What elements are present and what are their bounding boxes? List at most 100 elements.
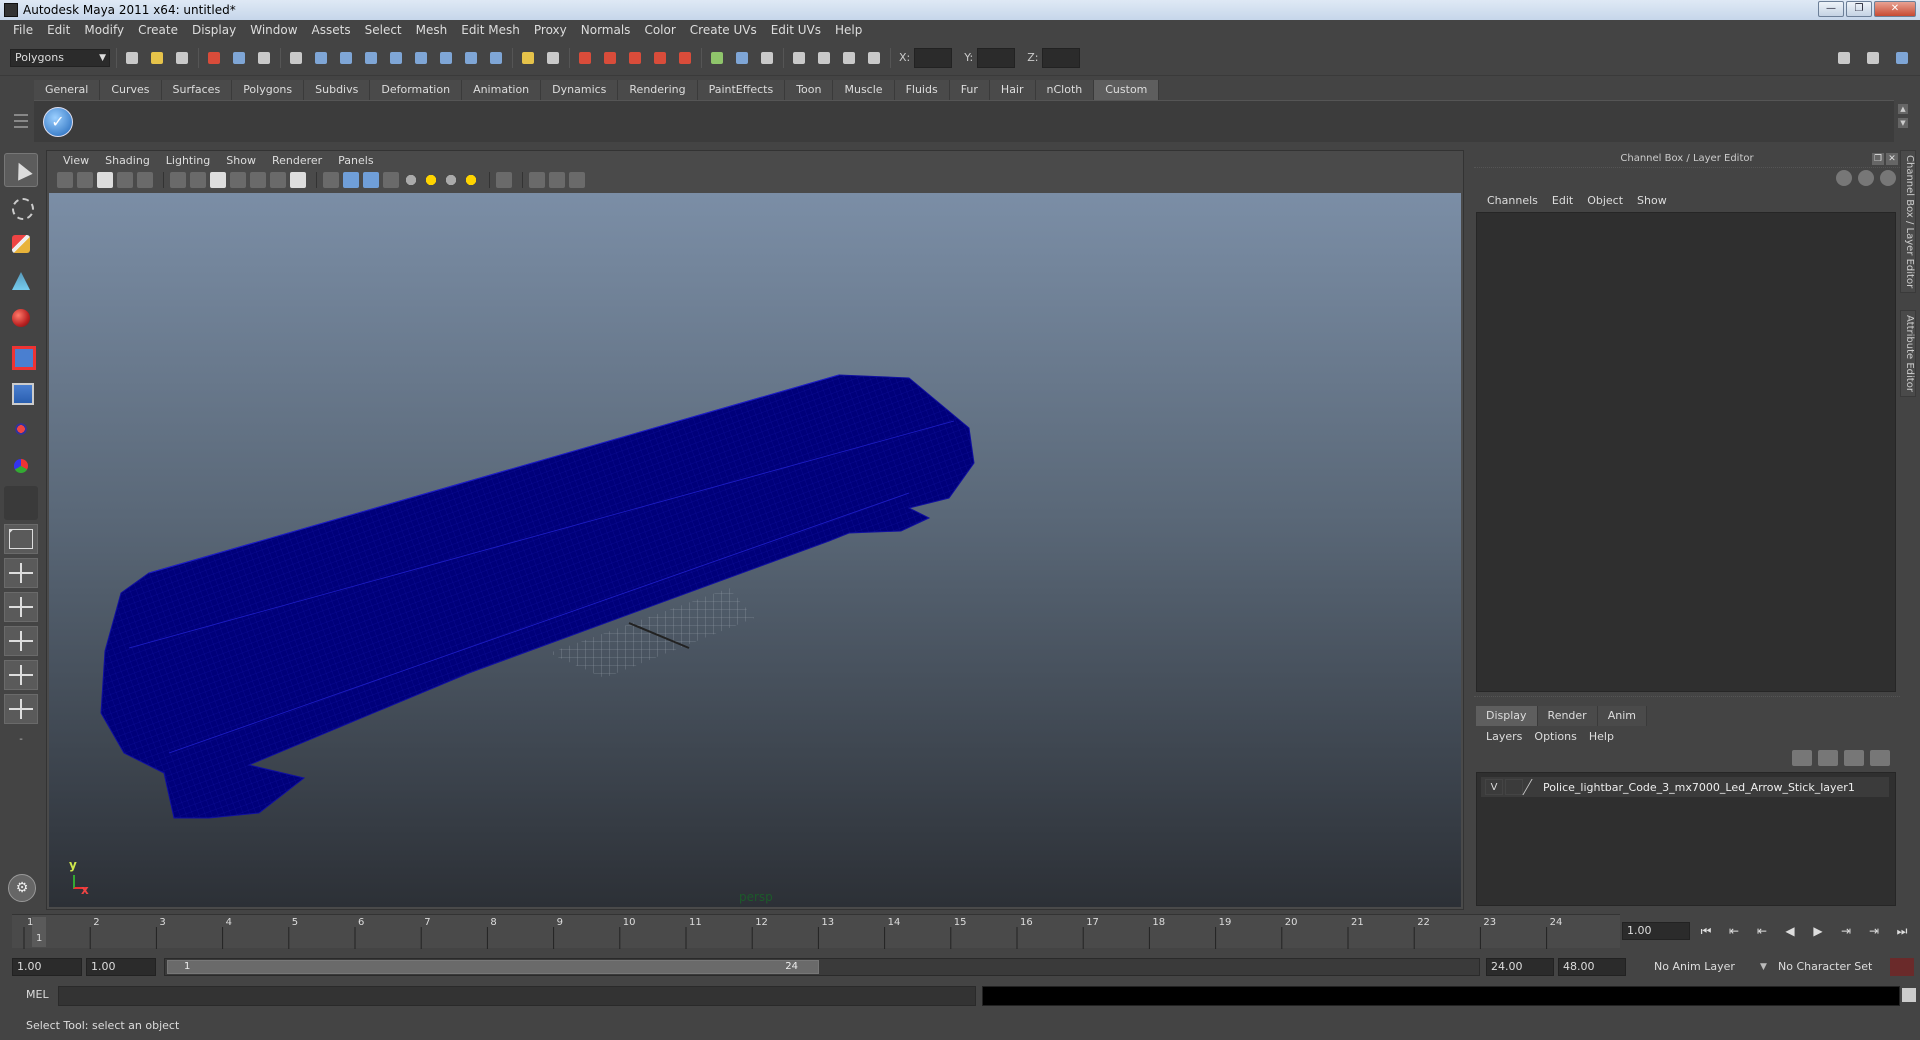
animation-preferences-icon[interactable] [1890,958,1914,976]
lasso-icon[interactable] [4,190,38,224]
move-icon[interactable] [4,412,38,446]
shelf-tab-rendering[interactable]: Rendering [618,80,698,100]
cb-menu-edit[interactable]: Edit [1545,194,1580,207]
mask-dropdown-icon[interactable] [286,48,306,68]
menu-edit-mesh[interactable]: Edit Mesh [454,23,527,37]
panel-menu-show[interactable]: Show [218,154,264,167]
quick-help-icon[interactable]: ⚙ [8,874,36,902]
checkmark-icon[interactable]: ✓ [43,107,73,137]
two-d-pan-icon[interactable] [137,172,153,188]
safe-action-icon[interactable] [270,172,286,188]
select-object-icon[interactable] [229,48,249,68]
shelf-scroll[interactable]: ▲ ▼ [1898,104,1910,138]
panel-menu-renderer[interactable]: Renderer [264,154,330,167]
character-set-dropdown[interactable]: ▼ No Character Set [1760,958,1884,976]
snap-plane-icon[interactable] [650,48,670,68]
new-layer-icon[interactable] [1844,750,1864,766]
shelf-tab-curves[interactable]: Curves [100,80,162,100]
range-slider-handle[interactable]: 1 24 [167,960,819,974]
shelf-tab-hair[interactable]: Hair [989,80,1036,100]
snap-point-icon[interactable] [625,48,645,68]
isolate-select-icon[interactable] [496,172,512,188]
make-live-icon[interactable] [675,48,695,68]
gate-mask-icon[interactable] [230,172,246,188]
camera-select-icon[interactable] [57,172,73,188]
new-layer-selected-icon[interactable] [1870,750,1890,766]
soft-mod-icon[interactable] [4,264,38,298]
select-misc-icon[interactable] [486,48,506,68]
menu-edit-uvs[interactable]: Edit UVs [764,23,828,37]
more-layouts-icon[interactable]: - [8,734,34,748]
paint-brush-icon[interactable] [4,227,38,261]
select-arrow-icon[interactable] [4,153,38,187]
step-forward-key-icon[interactable]: ⇥ [1864,922,1884,940]
wireframe-on-shaded-icon[interactable] [363,172,379,188]
cb-menu-show[interactable]: Show [1630,194,1674,207]
menu-window[interactable]: Window [243,23,304,37]
attribute-editor-toggle-icon[interactable] [1834,48,1854,68]
film-gate-icon[interactable] [190,172,206,188]
input-history-icon[interactable] [707,48,727,68]
camera-attributes-icon[interactable] [77,172,93,188]
select-deformations-icon[interactable] [411,48,431,68]
menu-create[interactable]: Create [131,23,185,37]
four-view-layout-icon[interactable] [4,558,38,588]
shelf-tab-subdivs[interactable]: Subdivs [304,80,371,100]
snap-grid-icon[interactable] [575,48,595,68]
menu-assets[interactable]: Assets [305,23,358,37]
current-time-field[interactable]: 1.00 [1622,922,1690,940]
le-menu-layers[interactable]: Layers [1480,730,1528,743]
smooth-shade-icon[interactable] [343,172,359,188]
move-layer-down-icon[interactable] [1818,750,1838,766]
select-curves-icon[interactable] [361,48,381,68]
z-field[interactable] [1042,47,1081,68]
save-scene-icon[interactable] [172,48,192,68]
backface-culling-icon[interactable] [549,172,565,188]
menu-modify[interactable]: Modify [77,23,131,37]
shelf-tab-fur[interactable]: Fur [949,80,990,100]
tool-settings-toggle-icon[interactable] [1863,48,1883,68]
xray-icon[interactable] [463,172,479,188]
layer-row[interactable]: V Police_lightbar_Code_3_mx7000_Led_Arro… [1481,777,1889,797]
cb-menu-object[interactable]: Object [1580,194,1630,207]
perspective-viewport[interactable]: y x persp [49,193,1461,907]
menu-help[interactable]: Help [828,23,869,37]
go-to-end-icon[interactable]: ⏭ [1892,922,1912,940]
high-quality-icon[interactable] [443,172,459,188]
bookmark-icon[interactable] [97,172,113,188]
use-all-lights-icon[interactable] [403,172,419,188]
le-menu-help[interactable]: Help [1583,730,1620,743]
play-backward-icon[interactable]: ◀ [1780,922,1800,940]
y-field[interactable] [977,47,1016,68]
rotate-icon[interactable] [4,301,38,335]
maximize-button[interactable]: ❐ [1846,1,1872,17]
open-scene-icon[interactable] [147,48,167,68]
le-menu-options[interactable]: Options [1528,730,1582,743]
menu-file[interactable]: File [6,23,40,37]
script-editor-icon[interactable] [1902,988,1916,1002]
cb-menu-channels[interactable]: Channels [1480,194,1545,207]
end-time-field[interactable]: 48.00 [1558,958,1626,976]
layer-tab-anim[interactable]: Anim [1597,706,1647,726]
layer-type-toggle[interactable] [1505,779,1523,795]
step-back-frame-icon[interactable]: ⇤ [1752,922,1772,940]
go-to-start-icon[interactable]: ⏮ [1696,922,1716,940]
output-history-icon[interactable] [732,48,752,68]
attribute-icon[interactable] [1858,170,1874,186]
scroll-up-icon[interactable]: ▲ [1898,104,1908,114]
range-slider-track[interactable]: 1 24 [164,958,1480,976]
close-panel-icon[interactable]: ✕ [1886,153,1898,165]
menu-normals[interactable]: Normals [574,23,638,37]
universal-manipulator-icon[interactable] [4,375,38,409]
select-component-icon[interactable] [254,48,274,68]
hypershade-layout-icon[interactable] [4,660,38,690]
show-manipulator-icon[interactable] [4,449,38,483]
layer-name[interactable]: Police_lightbar_Code_3_mx7000_Led_Arrow_… [1543,781,1855,794]
vtab-channel-box[interactable]: Channel Box / Layer Editor [1900,150,1916,294]
shelf-tab-ncloth[interactable]: nCloth [1035,80,1095,100]
x-field[interactable] [914,47,953,68]
playback-end-field[interactable]: 24.00 [1486,958,1554,976]
shelf-tab-muscle[interactable]: Muscle [833,80,895,100]
highlight-selection-icon[interactable] [543,48,563,68]
layer-color-swatch[interactable] [1522,779,1544,795]
